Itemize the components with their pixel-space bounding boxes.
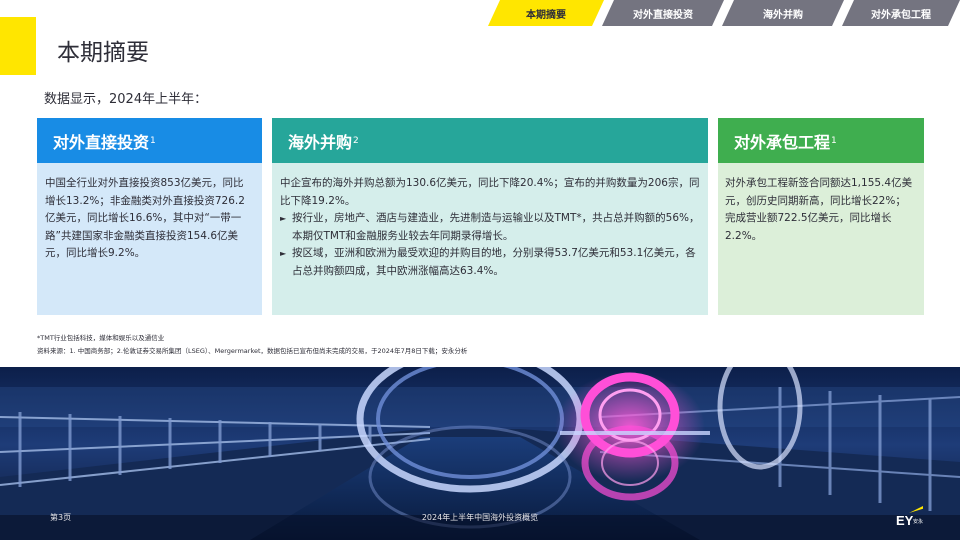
- tab-contracting-label: 对外承包工程: [871, 9, 931, 21]
- card-ma-heading: 海外并购: [288, 132, 353, 152]
- card-fdi: 对外直接投资 1 中国全行业对外直接投资853亿美元，同比增长13.2%；非金融类…: [37, 118, 262, 315]
- tab-summary[interactable]: 本期摘要: [488, 0, 604, 26]
- tab-fdi-label: 对外直接投资: [633, 9, 693, 21]
- card-contracting-header: 对外承包工程 1: [718, 118, 924, 163]
- tab-summary-label: 本期摘要: [526, 9, 566, 21]
- ey-logo-beam-icon: [909, 506, 923, 513]
- list-item: ► 按区域，亚洲和欧洲为最受欢迎的并购目的地，分别录得53.7亿美元和53.1亿…: [280, 245, 700, 280]
- tab-contracting[interactable]: 对外承包工程: [842, 0, 960, 26]
- card-fdi-body: 中国全行业对外直接投资853亿美元，同比增长13.2%；非金融类对外直接投资72…: [37, 163, 262, 315]
- card-contracting-heading: 对外承包工程: [734, 132, 831, 152]
- card-contracting-body: 对外承包工程新签合同额达1,155.4亿美元，创历史同期新高，同比增长22%；完…: [718, 163, 924, 315]
- card-fdi-heading: 对外直接投资: [53, 132, 150, 152]
- card-contracting: 对外承包工程 1 对外承包工程新签合同额达1,155.4亿美元，创历史同期新高，同…: [718, 118, 924, 315]
- card-ma: 海外并购 2 中企宣布的海外并购总额为130.6亿美元，同比下降20.4%；宣布的…: [272, 118, 708, 315]
- ey-logo-mark: EY: [896, 513, 914, 528]
- brand-accent-bar: [0, 17, 36, 75]
- card-contracting-footnote-ref: 1: [831, 135, 837, 146]
- card-ma-body: 中企宣布的海外并购总额为130.6亿美元，同比下降20.4%；宣布的并购数量为2…: [272, 163, 708, 315]
- card-ma-bullet-industry: 按行业，房地产、酒店与建造业，先进制造与运输业以及TMT*，共占总并购额的56%…: [292, 212, 700, 242]
- tab-fdi[interactable]: 对外直接投资: [602, 0, 724, 26]
- triangle-right-icon: ►: [280, 249, 287, 258]
- card-ma-bullet-region: 按区域，亚洲和欧洲为最受欢迎的并购目的地，分别录得53.7亿美元和53.1亿美元…: [292, 247, 696, 277]
- card-fdi-footnote-ref: 1: [150, 135, 156, 146]
- card-ma-header: 海外并购 2: [272, 118, 708, 163]
- card-fdi-header: 对外直接投资 1: [37, 118, 262, 163]
- list-item: ► 按行业，房地产、酒店与建造业，先进制造与运输业以及TMT*，共占总并购额的5…: [280, 210, 700, 245]
- tab-ma[interactable]: 海外并购: [722, 0, 844, 26]
- intro-text: 数据显示，2024年上半年：: [44, 92, 208, 107]
- footnote-tmt: *TMT行业包括科技，媒体和娱乐以及通信业: [37, 334, 165, 342]
- card-ma-footnote-ref: 2: [353, 135, 359, 146]
- ey-logo-sub: 安永: [913, 519, 924, 525]
- footer-title: 2024年上半年中国海外投资概览: [421, 513, 539, 522]
- footnote-source: 资料来源：1. 中国商务部；2.伦敦证券交易所集团（LSEG）、Mergerma…: [37, 347, 468, 355]
- ey-logo: EY 安永: [896, 506, 936, 530]
- triangle-right-icon: ►: [280, 214, 287, 223]
- section-tabs: 本期摘要 对外直接投资 海外并购 对外承包工程: [488, 0, 960, 26]
- page-title: 本期摘要: [57, 40, 149, 66]
- card-ma-summary: 中企宣布的海外并购总额为130.6亿美元，同比下降20.4%；宣布的并购数量为2…: [280, 177, 700, 207]
- tab-ma-label: 海外并购: [763, 9, 803, 21]
